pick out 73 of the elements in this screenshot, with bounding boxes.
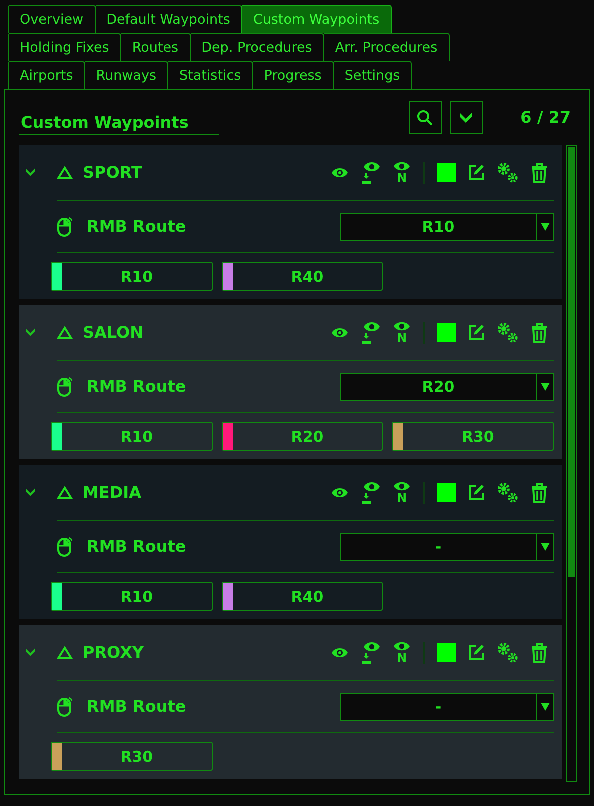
waypoint-name: SALON <box>83 323 144 342</box>
route-label: RMB Route <box>87 697 186 716</box>
route-tag[interactable]: R20 <box>222 422 384 451</box>
eye-icon[interactable] <box>331 486 349 498</box>
caret-icon <box>540 702 550 710</box>
route-dropdown[interactable]: - <box>340 532 554 560</box>
search-button[interactable] <box>408 101 442 134</box>
tab[interactable]: Overview <box>8 5 96 33</box>
route-tag[interactable]: R10 <box>51 582 213 611</box>
trash-icon[interactable] <box>531 162 548 182</box>
waypoint-name: MEDIA <box>83 483 142 502</box>
eye-person-icon[interactable] <box>361 480 381 504</box>
color-swatch[interactable] <box>437 163 456 182</box>
gears-icon[interactable] <box>497 322 519 344</box>
route-label: RMB Route <box>87 377 186 396</box>
eye-person-icon[interactable] <box>361 320 381 344</box>
color-swatch[interactable] <box>437 323 456 342</box>
route-tag[interactable]: R10 <box>51 422 213 451</box>
eye-person-icon[interactable] <box>361 640 381 664</box>
trash-icon[interactable] <box>531 642 548 662</box>
eye-person-icon[interactable] <box>361 160 381 184</box>
route-dropdown[interactable]: R10 <box>340 212 554 240</box>
route-tag[interactable]: R40 <box>222 582 384 611</box>
chevron-icon[interactable] <box>25 488 36 497</box>
caret-icon <box>540 222 550 230</box>
collapse-all-button[interactable] <box>450 101 483 134</box>
triangle-icon <box>57 486 73 500</box>
chevron-icon <box>459 112 474 124</box>
mouse-icon <box>57 536 73 556</box>
caret-icon <box>540 382 550 390</box>
chevron-icon[interactable] <box>25 168 36 177</box>
route-label: RMB Route <box>87 217 186 236</box>
edit-icon[interactable] <box>468 644 485 661</box>
panel-title: Custom Waypoints <box>19 106 219 134</box>
mouse-icon <box>57 696 73 716</box>
waypoint-name: PROXY <box>83 643 144 662</box>
trash-icon[interactable] <box>531 322 548 342</box>
route-label: RMB Route <box>87 537 186 556</box>
triangle-icon <box>57 646 73 660</box>
triangle-icon <box>57 326 73 340</box>
edit-icon[interactable] <box>468 484 485 501</box>
route-tag[interactable]: R40 <box>222 262 384 291</box>
triangle-icon <box>57 166 73 180</box>
eye-icon[interactable] <box>331 166 349 178</box>
color-swatch[interactable] <box>437 483 456 502</box>
eye-icon[interactable] <box>331 646 349 658</box>
waypoint-name: SPORT <box>83 163 142 182</box>
tab[interactable]: Holding Fixes <box>8 33 122 61</box>
route-tag[interactable]: R30 <box>392 422 554 451</box>
gears-icon[interactable] <box>497 482 519 504</box>
chevron-icon[interactable] <box>25 648 36 657</box>
trash-icon[interactable] <box>531 482 548 502</box>
mouse-icon <box>57 376 73 396</box>
tab[interactable]: Arr. Procedures <box>323 33 450 61</box>
scrollbar[interactable] <box>566 145 577 782</box>
tab[interactable]: Settings <box>332 61 412 89</box>
tab[interactable]: Custom Waypoints <box>241 5 392 33</box>
route-dropdown[interactable]: R20 <box>340 372 554 400</box>
waypoint-count: 6 / 27 <box>520 108 571 127</box>
color-swatch[interactable] <box>437 643 456 662</box>
edit-icon[interactable] <box>468 324 485 341</box>
eye-icon[interactable] <box>331 326 349 338</box>
search-icon <box>417 110 434 126</box>
caret-icon <box>540 542 550 550</box>
tab[interactable]: Airports <box>8 61 86 89</box>
edit-icon[interactable] <box>468 164 485 181</box>
mouse-icon <box>57 216 73 236</box>
route-dropdown[interactable]: - <box>340 692 554 720</box>
route-tag[interactable]: R10 <box>51 262 213 291</box>
chevron-icon[interactable] <box>25 328 36 337</box>
route-tag[interactable]: R30 <box>51 742 213 771</box>
gears-icon[interactable] <box>497 162 519 184</box>
gears-icon[interactable] <box>497 642 519 664</box>
